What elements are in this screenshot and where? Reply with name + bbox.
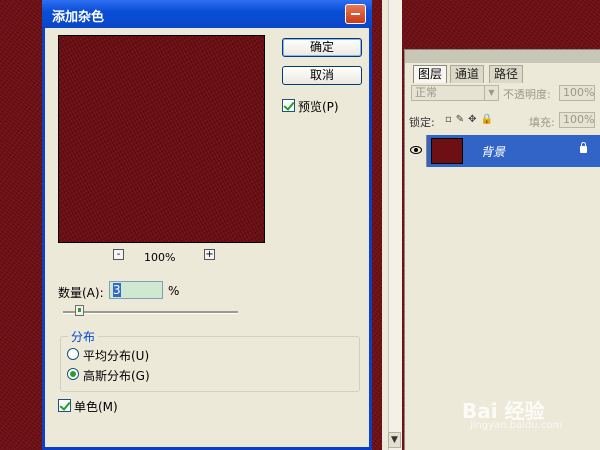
close-button[interactable] (345, 4, 366, 24)
eye-icon (410, 146, 422, 154)
tab-paths[interactable]: 路径 (489, 65, 524, 83)
layers-panel: 图层 通道 路径 正常 ▼ 不透明度: 100% 锁定: ▫✎✥🔒 填充: 10… (404, 49, 600, 450)
layer-thumbnail (431, 138, 463, 164)
vertical-scrollbar[interactable] (388, 0, 402, 450)
zoom-in-button[interactable]: + (204, 249, 215, 260)
amount-input[interactable]: 3 (109, 281, 163, 299)
preview-label: 预览(P) (298, 100, 339, 114)
layer-name: 背景 (481, 145, 506, 159)
zoom-out-button[interactable]: - (113, 249, 124, 260)
tab-channels[interactable]: 通道 (450, 65, 485, 83)
tab-layers[interactable]: 图层 (413, 65, 448, 83)
opacity-label: 不透明度: (503, 88, 551, 101)
distribution-label: 分布 (68, 328, 99, 345)
fill-label: 填充: (529, 116, 555, 129)
uniform-radio[interactable] (67, 348, 79, 360)
add-noise-dialog: 添加杂色 - 100% + 确定 取消 预览(P) 数量(A): 3 % 分布 … (42, 0, 372, 450)
lock-icons[interactable]: ▫✎✥🔒 (445, 114, 497, 125)
dialog-title: 添加杂色 (52, 10, 105, 25)
opacity-field[interactable]: 100% (559, 85, 595, 101)
chevron-down-icon: ▼ (484, 86, 498, 100)
gaussian-label: 高斯分布(G) (83, 369, 150, 383)
monochromatic-checkbox[interactable] (58, 399, 71, 412)
fill-field[interactable]: 100% (559, 112, 595, 128)
panel-grip[interactable] (405, 50, 600, 63)
blend-mode-value: 正常 (415, 86, 437, 99)
dialog-titlebar[interactable]: 添加杂色 (42, 0, 372, 28)
noise-preview[interactable] (58, 35, 265, 243)
monochromatic-label: 单色(M) (74, 400, 118, 414)
lock-label: 锁定: (409, 116, 435, 129)
zoom-level: 100% (144, 251, 176, 264)
layer-row-background[interactable]: 背景 (405, 135, 600, 167)
preview-checkbox[interactable] (282, 99, 295, 112)
cancel-button[interactable]: 取消 (282, 66, 362, 85)
gaussian-radio[interactable] (67, 368, 79, 380)
visibility-toggle[interactable] (405, 135, 427, 167)
watermark-url: jingyan.baidu.com (470, 420, 563, 431)
amount-slider[interactable] (63, 311, 238, 314)
amount-slider-thumb[interactable] (75, 305, 84, 316)
ok-button[interactable]: 确定 (282, 38, 362, 57)
scroll-down-arrow-icon[interactable]: ▼ (388, 432, 401, 448)
amount-label: 数量(A): (58, 286, 104, 300)
amount-unit: % (168, 284, 180, 298)
blend-mode-select[interactable]: 正常 ▼ (411, 85, 499, 101)
amount-value: 3 (113, 283, 121, 297)
uniform-label: 平均分布(U) (83, 349, 150, 363)
lock-icon (580, 142, 587, 153)
